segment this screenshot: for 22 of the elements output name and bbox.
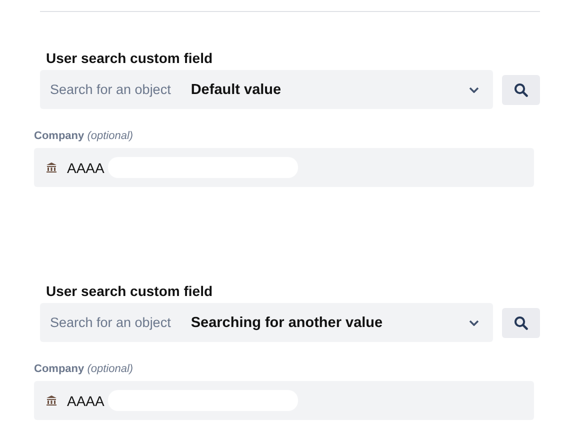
- search-placeholder: Search for an object: [50, 315, 171, 330]
- chevron-down-icon[interactable]: [469, 320, 479, 326]
- company-value: AAAA: [67, 160, 104, 176]
- search-button[interactable]: [502, 74, 540, 104]
- selected-value: Default value: [190, 82, 282, 98]
- search-select[interactable]: Search for an object Searching for another value: [40, 303, 493, 342]
- company-field[interactable]: AAAA: [34, 148, 534, 187]
- search-placeholder: Search for an object: [50, 82, 171, 97]
- field-title: User search custom field: [46, 50, 214, 66]
- company-field[interactable]: AAAA: [34, 381, 534, 420]
- company-value: AAAA: [67, 392, 104, 408]
- search-icon: [514, 316, 528, 330]
- search-select[interactable]: Search for an object Default value: [40, 70, 493, 109]
- search-button[interactable]: [502, 308, 540, 338]
- company-label: Company (optional): [34, 130, 134, 142]
- chevron-down-icon[interactable]: [469, 86, 479, 92]
- bank-icon: [46, 395, 57, 406]
- company-label: Company (optional): [34, 363, 134, 375]
- search-icon: [514, 82, 528, 96]
- bank-icon: [46, 162, 57, 173]
- selected-value: Searching for another value: [190, 314, 384, 330]
- field-title: User search custom field: [46, 283, 214, 299]
